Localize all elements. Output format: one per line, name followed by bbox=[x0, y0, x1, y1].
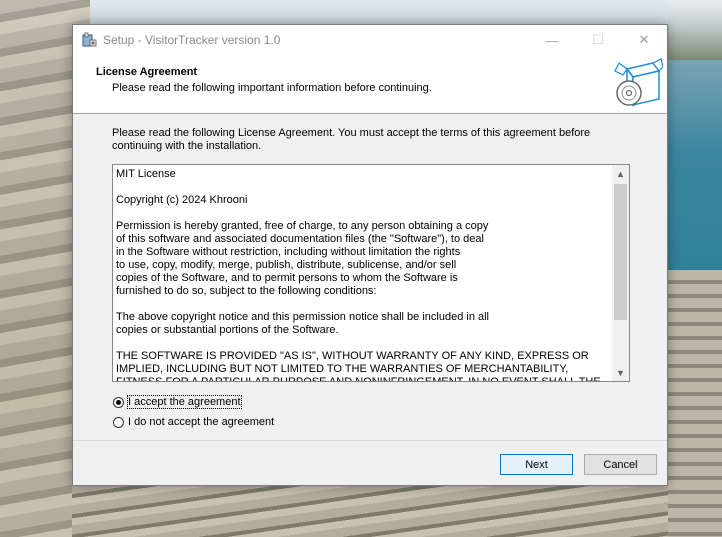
scrollbar-thumb[interactable] bbox=[614, 184, 627, 320]
close-button[interactable]: ✕ bbox=[621, 25, 667, 55]
cancel-button[interactable]: Cancel bbox=[584, 454, 657, 475]
maximize-icon: ☐ bbox=[592, 32, 604, 47]
decline-label[interactable]: I do not accept the agreement bbox=[128, 416, 274, 428]
scroll-down-button[interactable]: ▼ bbox=[612, 364, 629, 381]
maximize-button[interactable]: ☐ bbox=[575, 25, 621, 55]
wizard-footer: Next Cancel bbox=[73, 440, 667, 486]
wizard-body: Please read the following License Agreem… bbox=[73, 114, 667, 440]
wizard-header: License Agreement Please read the follow… bbox=[73, 55, 667, 114]
accept-label[interactable]: I accept the agreement bbox=[127, 395, 242, 409]
decline-option[interactable]: I do not accept the agreement bbox=[113, 416, 274, 428]
accept-radio[interactable] bbox=[113, 396, 124, 408]
close-icon: ✕ bbox=[638, 32, 650, 47]
next-button[interactable]: Next bbox=[500, 454, 573, 475]
scroll-up-button[interactable]: ▲ bbox=[612, 165, 629, 182]
license-scrollbar[interactable]: ▲ ▼ bbox=[612, 165, 629, 381]
page-subtitle: Please read the following important info… bbox=[112, 82, 432, 94]
chevron-up-icon: ▲ bbox=[616, 168, 625, 179]
title-bar[interactable]: Setup - VisitorTracker version 1.0 — ☐ ✕ bbox=[73, 25, 667, 55]
setup-dialog: Setup - VisitorTracker version 1.0 — ☐ ✕… bbox=[72, 24, 668, 486]
decline-radio[interactable] bbox=[113, 416, 124, 428]
window-title: Setup - VisitorTracker version 1.0 bbox=[103, 33, 281, 47]
desktop-wallpaper-steps bbox=[668, 270, 722, 537]
license-intro-text: Please read the following License Agreem… bbox=[112, 127, 591, 152]
minimize-button[interactable]: — bbox=[529, 25, 575, 55]
license-text-box[interactable]: MIT License Copyright (c) 2024 Khrooni P… bbox=[112, 164, 630, 382]
accept-option[interactable]: I accept the agreement bbox=[113, 395, 242, 409]
license-text: MIT License Copyright (c) 2024 Khrooni P… bbox=[116, 168, 601, 382]
setup-box-disc-icon bbox=[614, 58, 663, 108]
desktop-wallpaper-sea bbox=[668, 60, 722, 290]
desktop-wallpaper-rocks bbox=[668, 0, 722, 60]
installer-icon bbox=[82, 32, 97, 47]
chevron-down-icon: ▼ bbox=[616, 367, 625, 378]
page-title: License Agreement bbox=[96, 66, 198, 78]
desktop-wallpaper-terraces bbox=[72, 485, 668, 537]
minimize-icon: — bbox=[545, 32, 559, 48]
